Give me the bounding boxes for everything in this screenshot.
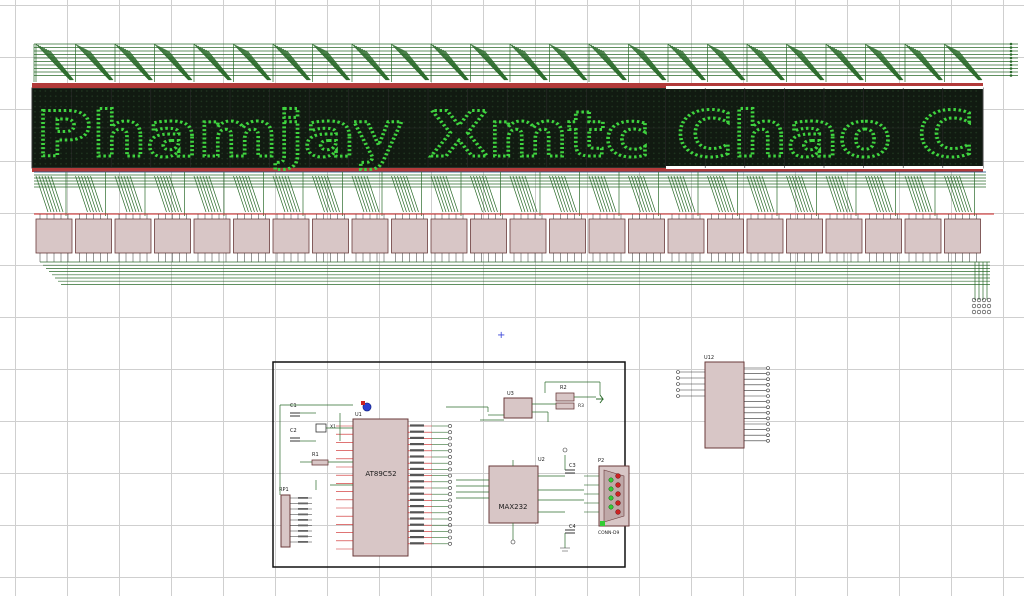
driver-ic[interactable] <box>588 218 626 254</box>
origin-marker: + <box>497 330 505 341</box>
driver-ic[interactable] <box>944 218 981 254</box>
resistor-r1-ref: R1 <box>312 452 319 458</box>
capacitor-c2[interactable]: C2 <box>290 428 300 442</box>
driver-ic[interactable] <box>391 218 428 254</box>
schematic-canvas[interactable]: Phamjay Xmtc Chao C + AT89C52 U1 RP1 X1 … <box>0 0 1024 596</box>
output-arrow-icon <box>596 394 604 404</box>
capacitor-c2-ref: C2 <box>290 428 297 434</box>
decoder-ref: U12 <box>704 355 714 361</box>
driver-ic[interactable] <box>272 218 310 254</box>
resistor-pack-ref: RP1 <box>279 487 289 493</box>
display-bus-wires <box>33 42 1018 82</box>
driver-ic[interactable] <box>35 218 73 254</box>
mcu-ref-label: U1 <box>355 412 362 418</box>
resistor-r2-ref: R2 <box>560 385 567 391</box>
driver-ic[interactable] <box>154 218 191 254</box>
driver-ic[interactable] <box>786 218 823 254</box>
resistor-r3-ref: R3 <box>578 403 584 409</box>
panel-white-gap <box>666 86 983 89</box>
resistor-r3[interactable]: R3 <box>555 402 584 410</box>
resistor-r1[interactable]: R1 <box>311 452 329 466</box>
regulator-ref: U3 <box>507 391 514 397</box>
driver-wires <box>34 171 994 216</box>
controller-wires <box>279 381 601 552</box>
reset-button[interactable] <box>361 401 372 412</box>
right-terminals <box>971 297 992 315</box>
driver-ic[interactable] <box>865 218 902 254</box>
driver-bottom-bus <box>40 261 990 300</box>
driver-ic[interactable] <box>430 218 468 254</box>
regulator-chip[interactable]: U3 <box>503 391 533 419</box>
resistor-pack[interactable]: RP1 <box>279 487 291 548</box>
driver-ic-row[interactable] <box>35 214 981 262</box>
driver-ic[interactable] <box>509 218 547 254</box>
driver-ic[interactable] <box>351 218 389 254</box>
driver-ic[interactable] <box>904 218 942 254</box>
resistor-pack-pins <box>290 497 312 543</box>
driver-ic[interactable] <box>312 218 349 254</box>
driver-ic[interactable] <box>233 218 270 254</box>
led-message-overlay: Phamjay Xmtc Chao C <box>35 97 976 173</box>
driver-ic[interactable] <box>667 218 705 254</box>
led-message-text: Phamjay Xmtc Chao C <box>36 98 974 171</box>
driver-ic[interactable] <box>549 218 586 254</box>
mcu-part-label: AT89C52 <box>365 470 396 478</box>
db9-part: CONN-D9 <box>598 530 620 536</box>
capacitor-c3-ref: C3 <box>569 463 576 469</box>
capacitor-c1-ref: C1 <box>290 403 297 409</box>
schematic-sheet[interactable]: Phamjay Xmtc Chao C + AT89C52 U1 RP1 X1 … <box>0 0 1024 596</box>
driver-ic[interactable] <box>746 218 784 254</box>
crystal-ref: X1 <box>330 424 336 430</box>
resistor-r2[interactable]: R2 <box>555 385 575 402</box>
driver-ic[interactable] <box>707 218 744 254</box>
max232-part-label: MAX232 <box>499 503 528 511</box>
max232-chip[interactable]: MAX232 U2 <box>488 457 545 524</box>
capacitor-c4-ref: C4 <box>569 524 576 530</box>
driver-ic[interactable] <box>193 218 231 254</box>
driver-ic[interactable] <box>628 218 665 254</box>
driver-ic[interactable] <box>470 218 507 254</box>
max232-ref-label: U2 <box>538 457 545 463</box>
driver-ic[interactable] <box>114 218 152 254</box>
capacitor-c4[interactable]: C4 <box>565 524 576 534</box>
driver-ic[interactable] <box>75 218 112 254</box>
db9-ref: P2 <box>598 458 604 464</box>
driver-ic[interactable] <box>825 218 863 254</box>
mcu-chip[interactable]: AT89C52 U1 <box>352 412 409 557</box>
capacitor-c3[interactable]: C3 <box>565 463 576 474</box>
decoder-chip[interactable]: U12 <box>704 355 745 449</box>
